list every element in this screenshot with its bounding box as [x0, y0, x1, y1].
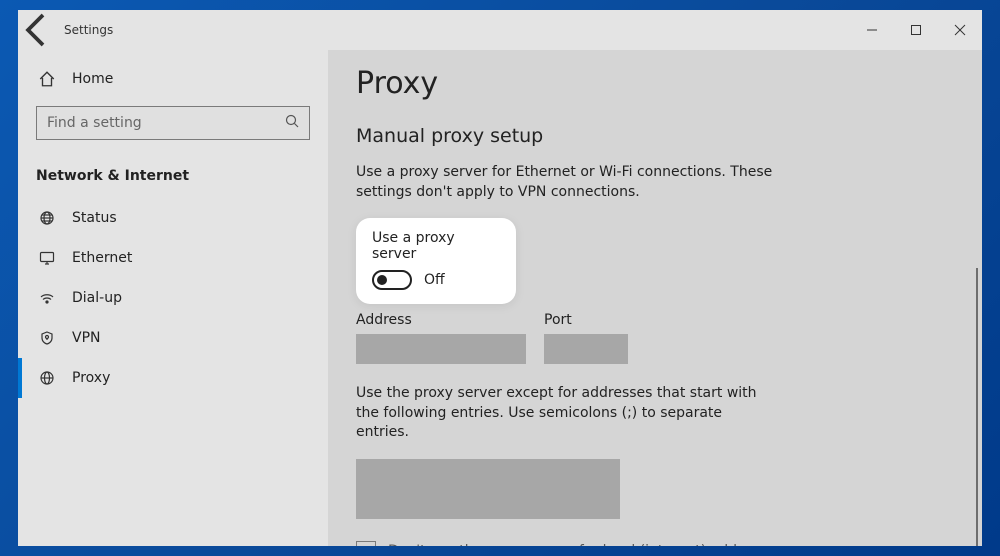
settings-window: Settings Home N [18, 10, 982, 546]
sidebar-item-status[interactable]: Status [18, 198, 328, 238]
sidebar-item-label: Proxy [72, 370, 110, 386]
sidebar-item-ethernet[interactable]: Ethernet [18, 238, 328, 278]
scrollbar[interactable] [976, 268, 978, 546]
home-icon [38, 70, 56, 88]
sidebar: Home Network & Internet Status Ether [18, 50, 328, 546]
port-field: Port [544, 312, 628, 364]
sidebar-item-label: Ethernet [72, 250, 132, 266]
use-proxy-label: Use a proxy server [372, 230, 500, 262]
address-label: Address [356, 312, 526, 328]
sidebar-home-label: Home [72, 71, 113, 87]
wifi-icon [38, 290, 56, 306]
local-bypass-checkbox[interactable] [356, 541, 376, 546]
minimize-icon [866, 24, 878, 36]
back-button[interactable] [18, 10, 58, 50]
sidebar-item-label: VPN [72, 330, 101, 346]
section-title: Manual proxy setup [356, 125, 982, 147]
toggle-thumb [377, 275, 387, 285]
arrow-left-icon [18, 10, 58, 50]
port-label: Port [544, 312, 628, 328]
sidebar-home[interactable]: Home [18, 50, 328, 106]
port-input[interactable] [544, 334, 628, 364]
page-title: Proxy [356, 66, 982, 101]
sidebar-item-label: Dial-up [72, 290, 122, 306]
local-bypass-label: Don't use the proxy server for local (in… [388, 543, 782, 546]
search-box[interactable] [36, 106, 310, 140]
address-input[interactable] [356, 334, 526, 364]
exceptions-input[interactable] [356, 459, 620, 519]
section-description: Use a proxy server for Ethernet or Wi-Fi… [356, 163, 776, 202]
titlebar: Settings [18, 10, 982, 50]
shield-icon [38, 330, 56, 346]
maximize-icon [910, 24, 922, 36]
use-proxy-toggle[interactable] [372, 270, 412, 290]
globe-grid-icon [38, 210, 56, 226]
minimize-button[interactable] [850, 10, 894, 50]
globe-icon [38, 370, 56, 386]
sidebar-item-dialup[interactable]: Dial-up [18, 278, 328, 318]
close-icon [954, 24, 966, 36]
use-proxy-card: Use a proxy server Off [356, 218, 516, 304]
address-field: Address [356, 312, 526, 364]
sidebar-item-vpn[interactable]: VPN [18, 318, 328, 358]
sidebar-section-label: Network & Internet [36, 168, 310, 184]
sidebar-item-proxy[interactable]: Proxy [18, 358, 328, 398]
main-content: Proxy Manual proxy setup Use a proxy ser… [328, 50, 982, 546]
sidebar-item-label: Status [72, 210, 117, 226]
close-button[interactable] [938, 10, 982, 50]
use-proxy-state: Off [424, 272, 445, 288]
monitor-icon [38, 250, 56, 266]
search-icon [285, 114, 299, 132]
titlebar-title: Settings [58, 23, 113, 37]
maximize-button[interactable] [894, 10, 938, 50]
exceptions-description: Use the proxy server except for addresse… [356, 384, 776, 443]
search-input[interactable] [47, 115, 285, 131]
